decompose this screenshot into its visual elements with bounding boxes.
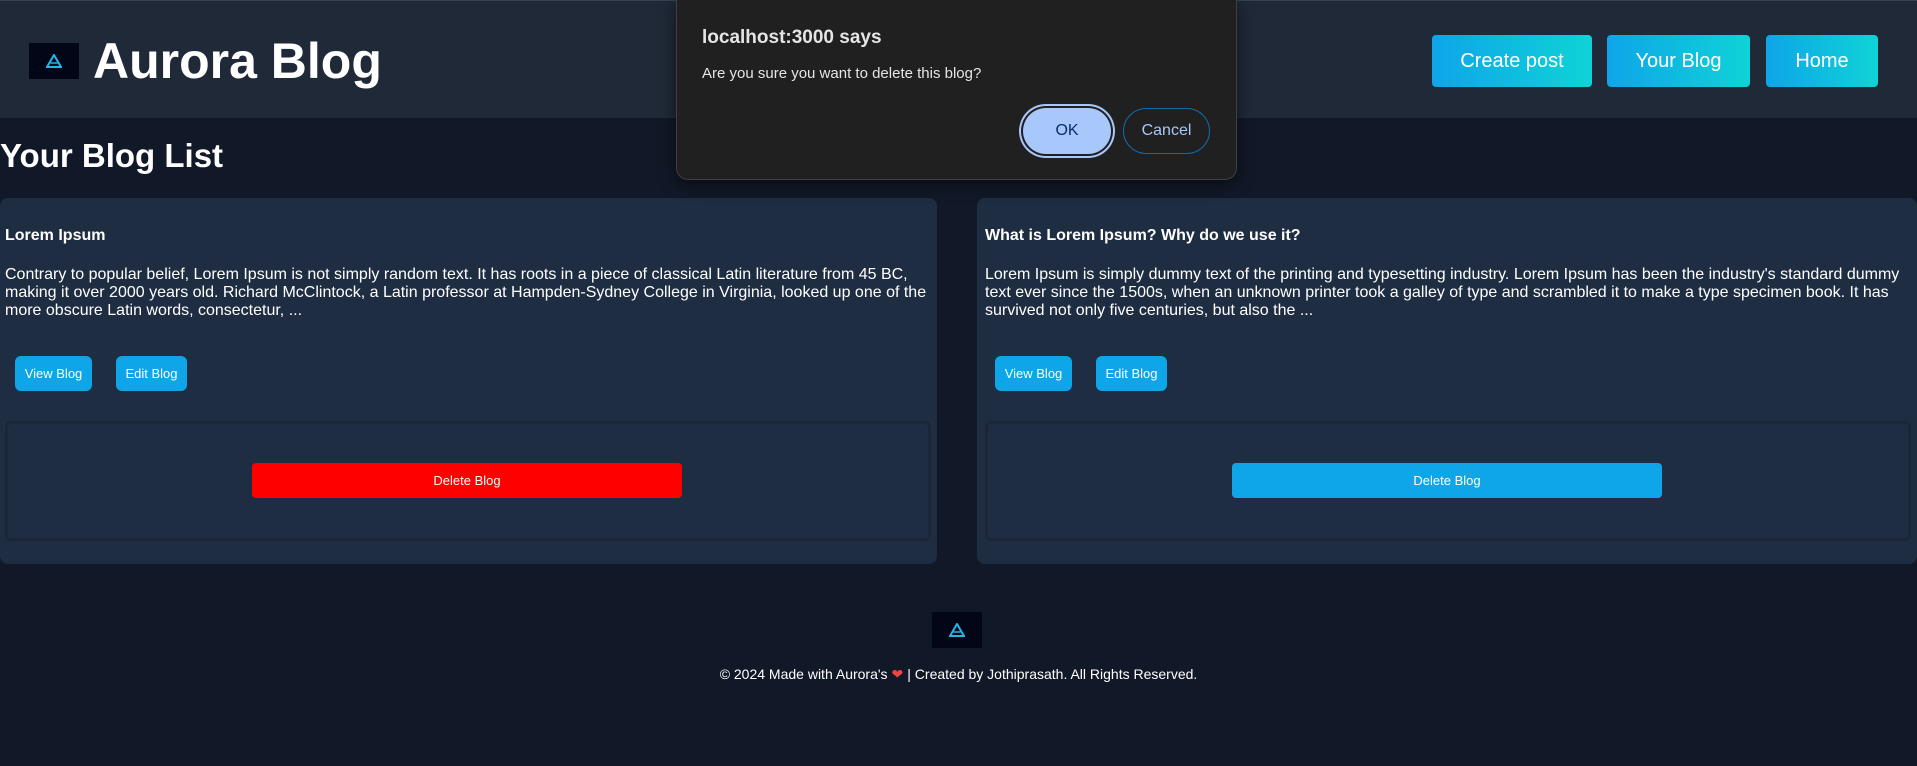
blog-title: What is Lorem Ipsum? Why do we use it? bbox=[985, 227, 1301, 244]
cancel-button[interactable]: Cancel bbox=[1123, 108, 1210, 154]
blog-excerpt: Lorem Ipsum is simply dummy text of the … bbox=[985, 266, 1900, 319]
aurora-logo-icon bbox=[949, 623, 965, 637]
page-title: Your Blog List bbox=[0, 137, 224, 174]
site-title: Aurora Blog bbox=[93, 33, 382, 89]
view-blog-button[interactable]: View Blog bbox=[995, 356, 1072, 391]
ok-button[interactable]: OK bbox=[1023, 108, 1111, 154]
footer-text-end: | Created by Jothiprasath. All Rights Re… bbox=[907, 666, 1198, 682]
blog-excerpt: Contrary to popular belief, Lorem Ipsum … bbox=[5, 266, 927, 319]
heart-icon: ❤ bbox=[891, 666, 904, 682]
delete-blog-button[interactable]: Delete Blog bbox=[252, 463, 682, 498]
edit-blog-button[interactable]: Edit Blog bbox=[1096, 356, 1167, 391]
footer-logo[interactable] bbox=[932, 612, 982, 648]
view-blog-button[interactable]: View Blog bbox=[15, 356, 92, 391]
footer-copyright: © 2024 Made with Aurora's ❤ | Created by J… bbox=[0, 666, 1917, 683]
footer-text-start: © 2024 Made with Aurora's bbox=[719, 666, 888, 682]
blog-title: Lorem Ipsum bbox=[5, 227, 106, 244]
logo[interactable] bbox=[29, 43, 79, 79]
create-post-button[interactable]: Create post bbox=[1432, 35, 1592, 87]
dialog-message: Are you sure you want to delete this blo… bbox=[702, 65, 982, 82]
confirm-dialog: localhost:3000 says Are you sure you wan… bbox=[676, 0, 1237, 180]
edit-blog-button[interactable]: Edit Blog bbox=[116, 356, 187, 391]
dialog-title: localhost:3000 says bbox=[702, 27, 882, 48]
delete-blog-button[interactable]: Delete Blog bbox=[1232, 463, 1662, 498]
your-blog-button[interactable]: Your Blog bbox=[1607, 35, 1750, 87]
home-button[interactable]: Home bbox=[1766, 35, 1878, 87]
aurora-logo-icon bbox=[46, 54, 62, 68]
